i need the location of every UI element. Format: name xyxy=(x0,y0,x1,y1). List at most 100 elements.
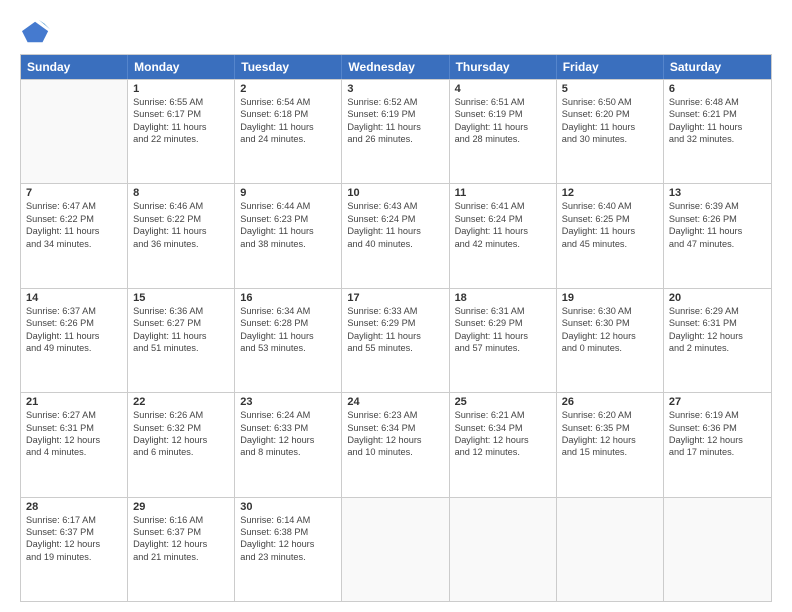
calendar: SundayMondayTuesdayWednesdayThursdayFrid… xyxy=(20,54,772,602)
header-day-monday: Monday xyxy=(128,55,235,79)
day-cell-empty xyxy=(342,498,449,601)
cell-text: Sunrise: 6:26 AM xyxy=(133,409,229,421)
day-number: 16 xyxy=(240,292,336,304)
cell-text: and 57 minutes. xyxy=(455,342,551,354)
cell-text: Sunrise: 6:19 AM xyxy=(669,409,766,421)
header-day-saturday: Saturday xyxy=(664,55,771,79)
day-number: 11 xyxy=(455,187,551,199)
cell-text: and 55 minutes. xyxy=(347,342,443,354)
cell-text: Daylight: 11 hours xyxy=(133,330,229,342)
cell-text: Sunset: 6:21 PM xyxy=(669,108,766,120)
cell-text: and 53 minutes. xyxy=(240,342,336,354)
cell-text: Sunrise: 6:21 AM xyxy=(455,409,551,421)
cell-text: Daylight: 11 hours xyxy=(669,225,766,237)
cell-text: Sunset: 6:29 PM xyxy=(455,317,551,329)
day-number: 9 xyxy=(240,187,336,199)
cell-text: Sunset: 6:24 PM xyxy=(455,213,551,225)
cell-text: Daylight: 12 hours xyxy=(562,330,658,342)
cell-text: Daylight: 11 hours xyxy=(347,225,443,237)
day-number: 19 xyxy=(562,292,658,304)
cell-text: and 19 minutes. xyxy=(26,551,122,563)
cell-text: Sunset: 6:29 PM xyxy=(347,317,443,329)
cell-text: Sunrise: 6:30 AM xyxy=(562,305,658,317)
day-cell-empty xyxy=(21,80,128,183)
day-cell-19: 19Sunrise: 6:30 AMSunset: 6:30 PMDayligh… xyxy=(557,289,664,392)
cell-text: Daylight: 12 hours xyxy=(26,434,122,446)
calendar-row-1: 1Sunrise: 6:55 AMSunset: 6:17 PMDaylight… xyxy=(21,79,771,183)
day-cell-27: 27Sunrise: 6:19 AMSunset: 6:36 PMDayligh… xyxy=(664,393,771,496)
day-number: 8 xyxy=(133,187,229,199)
day-cell-25: 25Sunrise: 6:21 AMSunset: 6:34 PMDayligh… xyxy=(450,393,557,496)
header-day-wednesday: Wednesday xyxy=(342,55,449,79)
cell-text: Daylight: 11 hours xyxy=(455,121,551,133)
cell-text: Daylight: 11 hours xyxy=(562,225,658,237)
cell-text: Sunrise: 6:37 AM xyxy=(26,305,122,317)
cell-text: Sunset: 6:22 PM xyxy=(133,213,229,225)
cell-text: and 32 minutes. xyxy=(669,133,766,145)
cell-text: Sunset: 6:31 PM xyxy=(26,422,122,434)
cell-text: and 49 minutes. xyxy=(26,342,122,354)
day-cell-23: 23Sunrise: 6:24 AMSunset: 6:33 PMDayligh… xyxy=(235,393,342,496)
calendar-row-5: 28Sunrise: 6:17 AMSunset: 6:37 PMDayligh… xyxy=(21,497,771,601)
cell-text: Sunset: 6:24 PM xyxy=(347,213,443,225)
day-number: 28 xyxy=(26,501,122,513)
cell-text: Sunrise: 6:43 AM xyxy=(347,200,443,212)
cell-text: Sunset: 6:26 PM xyxy=(669,213,766,225)
day-cell-6: 6Sunrise: 6:48 AMSunset: 6:21 PMDaylight… xyxy=(664,80,771,183)
cell-text: Sunset: 6:38 PM xyxy=(240,526,336,538)
cell-text: Daylight: 11 hours xyxy=(26,330,122,342)
cell-text: and 34 minutes. xyxy=(26,238,122,250)
day-number: 13 xyxy=(669,187,766,199)
cell-text: Daylight: 12 hours xyxy=(240,538,336,550)
cell-text: and 28 minutes. xyxy=(455,133,551,145)
cell-text: and 26 minutes. xyxy=(347,133,443,145)
cell-text: and 4 minutes. xyxy=(26,446,122,458)
day-cell-17: 17Sunrise: 6:33 AMSunset: 6:29 PMDayligh… xyxy=(342,289,449,392)
cell-text: Sunrise: 6:50 AM xyxy=(562,96,658,108)
cell-text: Sunrise: 6:52 AM xyxy=(347,96,443,108)
cell-text: Sunrise: 6:36 AM xyxy=(133,305,229,317)
cell-text: Daylight: 11 hours xyxy=(455,330,551,342)
cell-text: and 36 minutes. xyxy=(133,238,229,250)
cell-text: Daylight: 11 hours xyxy=(347,121,443,133)
cell-text: Sunset: 6:25 PM xyxy=(562,213,658,225)
cell-text: Daylight: 12 hours xyxy=(669,330,766,342)
day-number: 20 xyxy=(669,292,766,304)
day-cell-18: 18Sunrise: 6:31 AMSunset: 6:29 PMDayligh… xyxy=(450,289,557,392)
cell-text: Sunrise: 6:24 AM xyxy=(240,409,336,421)
day-cell-1: 1Sunrise: 6:55 AMSunset: 6:17 PMDaylight… xyxy=(128,80,235,183)
day-cell-3: 3Sunrise: 6:52 AMSunset: 6:19 PMDaylight… xyxy=(342,80,449,183)
day-number: 17 xyxy=(347,292,443,304)
cell-text: Sunrise: 6:44 AM xyxy=(240,200,336,212)
day-number: 26 xyxy=(562,396,658,408)
header-day-thursday: Thursday xyxy=(450,55,557,79)
cell-text: and 8 minutes. xyxy=(240,446,336,458)
cell-text: Sunset: 6:23 PM xyxy=(240,213,336,225)
cell-text: Sunset: 6:34 PM xyxy=(455,422,551,434)
calendar-header: SundayMondayTuesdayWednesdayThursdayFrid… xyxy=(21,55,771,79)
cell-text: Sunset: 6:35 PM xyxy=(562,422,658,434)
cell-text: and 17 minutes. xyxy=(669,446,766,458)
day-number: 4 xyxy=(455,83,551,95)
cell-text: Sunset: 6:26 PM xyxy=(26,317,122,329)
header-day-tuesday: Tuesday xyxy=(235,55,342,79)
cell-text: Daylight: 12 hours xyxy=(133,538,229,550)
cell-text: Sunrise: 6:29 AM xyxy=(669,305,766,317)
calendar-row-3: 14Sunrise: 6:37 AMSunset: 6:26 PMDayligh… xyxy=(21,288,771,392)
cell-text: Sunrise: 6:16 AM xyxy=(133,514,229,526)
cell-text: and 2 minutes. xyxy=(669,342,766,354)
cell-text: and 21 minutes. xyxy=(133,551,229,563)
cell-text: Daylight: 11 hours xyxy=(240,330,336,342)
cell-text: and 22 minutes. xyxy=(133,133,229,145)
cell-text: Sunrise: 6:46 AM xyxy=(133,200,229,212)
day-number: 29 xyxy=(133,501,229,513)
day-cell-empty xyxy=(450,498,557,601)
cell-text: Sunrise: 6:54 AM xyxy=(240,96,336,108)
cell-text: Daylight: 12 hours xyxy=(455,434,551,446)
cell-text: Sunrise: 6:27 AM xyxy=(26,409,122,421)
cell-text: Sunset: 6:17 PM xyxy=(133,108,229,120)
cell-text: and 38 minutes. xyxy=(240,238,336,250)
cell-text: Daylight: 11 hours xyxy=(240,121,336,133)
day-number: 27 xyxy=(669,396,766,408)
day-cell-16: 16Sunrise: 6:34 AMSunset: 6:28 PMDayligh… xyxy=(235,289,342,392)
